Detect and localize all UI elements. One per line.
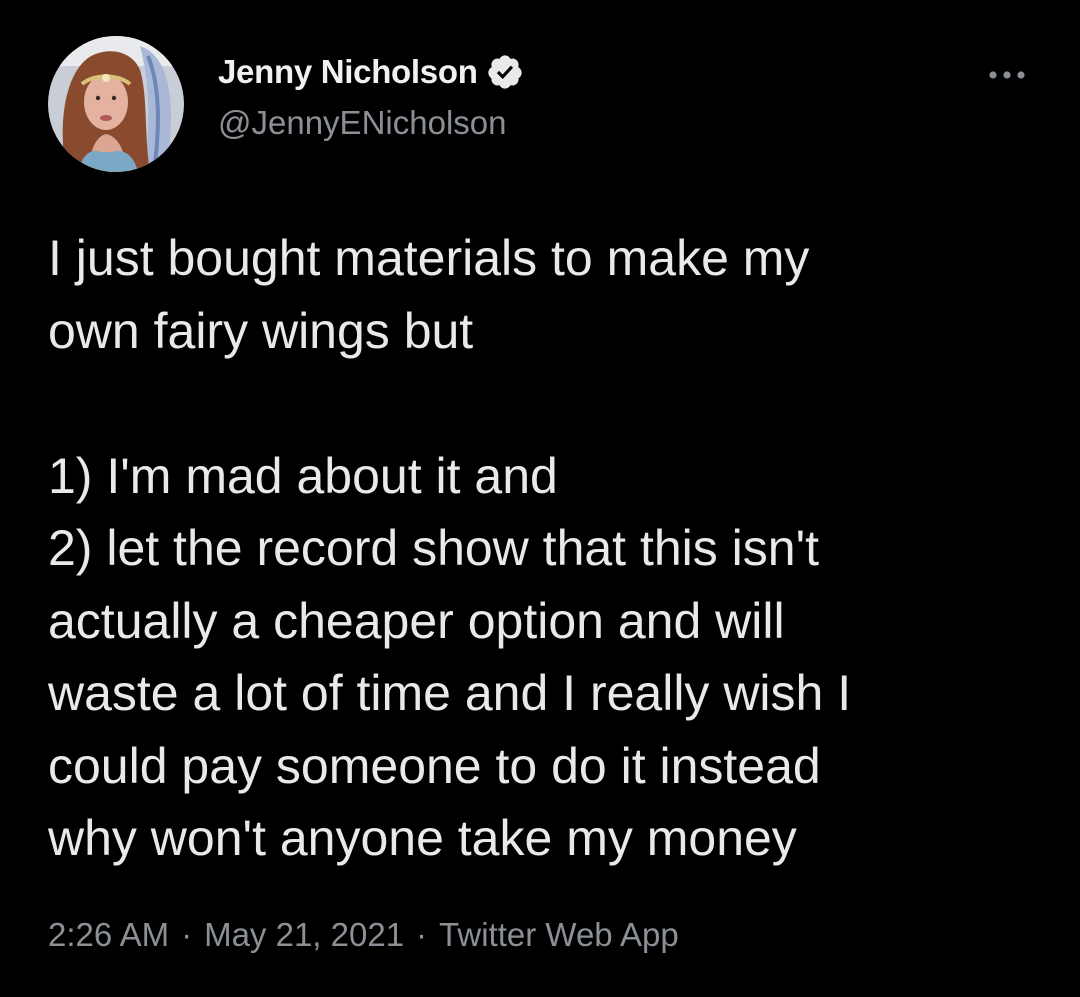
meta-separator: · [181,916,193,953]
tweet-text: I just bought materials to make my own f… [48,230,852,866]
tweet-source[interactable]: Twitter Web App [439,916,679,953]
tweet-date[interactable]: May 21, 2021 [204,916,404,953]
avatar-image [48,36,184,172]
author-display-name[interactable]: Jenny Nicholson [218,53,478,91]
avatar[interactable] [48,36,184,172]
author-name-row[interactable]: Jenny Nicholson [218,52,524,92]
tweet-metadata: 2:26 AM · May 21, 2021 · Twitter Web App [48,916,679,954]
tweet-time[interactable]: 2:26 AM [48,916,169,953]
verified-badge-icon [486,53,524,91]
author-handle[interactable]: @JennyENicholson [218,104,506,142]
tweet: Jenny Nicholson @JennyENicholson I just … [0,0,1080,997]
meta-separator: · [416,916,428,953]
more-horizontal-icon[interactable] [984,60,1030,90]
